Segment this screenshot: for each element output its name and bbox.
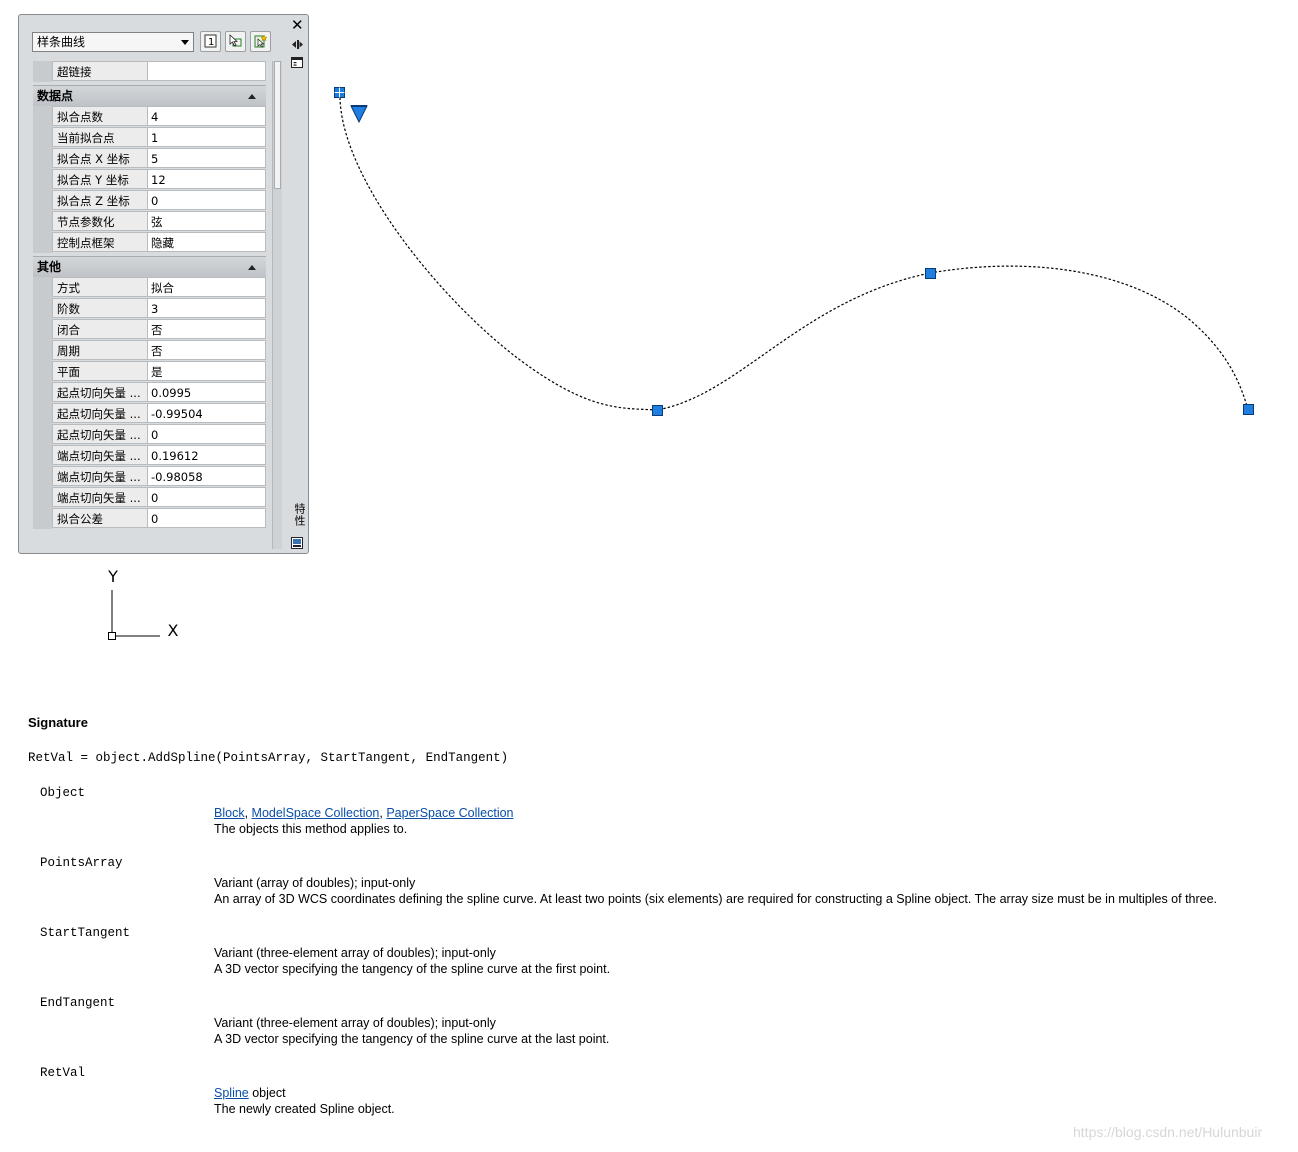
param-type-suffix: object — [248, 1086, 286, 1100]
watermark: https://blog.csdn.net/Hulunbuir — [1073, 1124, 1263, 1140]
ucs-x-label: X — [168, 621, 179, 640]
param-name: RetVal — [40, 1066, 86, 1080]
spline-curve[interactable] — [339, 92, 1249, 411]
param-type: Variant (three-element array of doubles)… — [214, 946, 496, 960]
start-point-grip[interactable] — [334, 87, 345, 98]
spline-link[interactable]: Spline — [214, 1086, 249, 1100]
param-description: Variant (array of doubles); input-only A… — [214, 875, 1217, 907]
param-description: Variant (three-element array of doubles)… — [214, 1015, 609, 1047]
end-point-grip[interactable] — [1243, 404, 1254, 415]
param-description: Variant (three-element array of doubles)… — [214, 945, 610, 977]
param-name: PointsArray — [40, 856, 123, 870]
param-name: Object — [40, 786, 86, 800]
syntax-line: RetVal = object.AddSpline(PointsArray, S… — [28, 751, 509, 765]
modelspace-collection-link[interactable]: ModelSpace Collection — [252, 806, 380, 820]
param-description: Spline object The newly created Spline o… — [214, 1085, 395, 1117]
param-detail: The objects this method applies to. — [214, 822, 408, 836]
drawing-canvas[interactable]: Y X — [0, 0, 1298, 700]
param-name: EndTangent — [40, 996, 116, 1010]
paperspace-collection-link[interactable]: PaperSpace Collection — [386, 806, 513, 820]
param-detail: A 3D vector specifying the tangency of t… — [214, 962, 611, 976]
param-name: StartTangent — [40, 926, 131, 940]
fit-point-grip[interactable] — [925, 268, 936, 279]
param-type: Variant (three-element array of doubles)… — [214, 1016, 496, 1030]
ucs-icon: Y X — [107, 567, 179, 640]
param-type: Variant (array of doubles); input-only — [214, 876, 416, 890]
param-description: Block, ModelSpace Collection, PaperSpace… — [214, 805, 514, 837]
param-detail: The newly created Spline object. — [214, 1102, 395, 1116]
param-type-line: Spline object — [214, 1085, 395, 1101]
tangent-direction-grip[interactable] — [350, 105, 368, 124]
ucs-y-label: Y — [107, 567, 118, 586]
param-links-line: Block, ModelSpace Collection, PaperSpace… — [214, 806, 514, 820]
param-detail: A 3D vector specifying the tangency of t… — [214, 1032, 610, 1046]
signature-heading: Signature — [28, 715, 88, 730]
fit-point-grip[interactable] — [652, 405, 663, 416]
param-detail: An array of 3D WCS coordinates defining … — [214, 892, 1218, 906]
block-link[interactable]: Block — [214, 806, 245, 820]
